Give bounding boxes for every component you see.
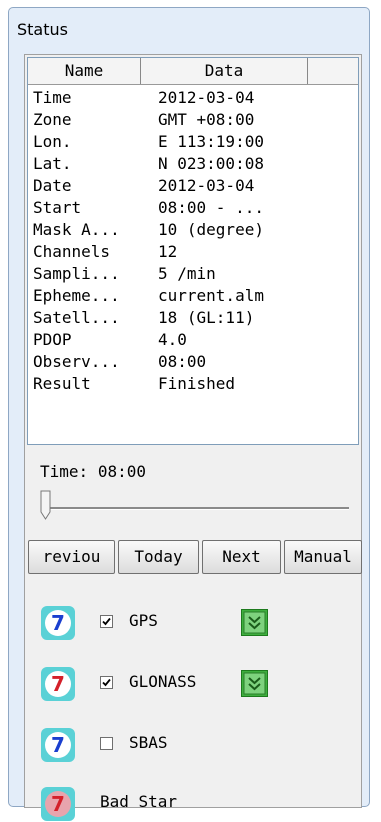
list-item-name: Sampli... <box>33 264 120 283</box>
column-header-name[interactable]: Name <box>28 58 141 84</box>
satellite-row: 7 SBAS <box>40 727 340 763</box>
next-button[interactable]: Next <box>202 540 281 574</box>
satellite-settings-button[interactable] <box>241 670 268 697</box>
manual-button[interactable]: Manual <box>284 540 362 574</box>
list-item-value: 10 (degree) <box>158 220 264 239</box>
status-list[interactable]: Name Data Time 2012-03-04 Zone GMT +08:00 Lo… <box>27 57 359 445</box>
satellite-row: 7 GPS <box>40 605 340 641</box>
list-item-name: Time <box>33 88 72 107</box>
list-item-name: Result <box>33 374 91 393</box>
list-item-value: 08:00 - ... <box>158 198 264 217</box>
today-button[interactable]: Today <box>118 540 199 574</box>
time-value: 08:00 <box>97 462 146 481</box>
panel-title: Status <box>17 20 68 39</box>
list-item-value: 4.0 <box>158 330 187 349</box>
list-item-value: 18 (GL:11) <box>158 308 255 327</box>
list-item-name: Channels <box>33 242 111 261</box>
list-item-value: 2012-03-04 <box>158 176 255 195</box>
list-item-name: PDOP <box>33 330 72 349</box>
double-chevron-down-icon <box>243 672 266 695</box>
list-item-value: 08:00 <box>158 352 207 371</box>
column-header-data[interactable]: Data <box>141 58 308 84</box>
satellite-icon-glyph: 7 <box>51 672 65 696</box>
list-item-name: Mask A... <box>33 220 120 239</box>
list-item-name: Date <box>33 176 72 195</box>
list-item-name: Lon. <box>33 132 72 151</box>
satellite-7-icon: 7 <box>41 728 75 762</box>
time-slider-track[interactable] <box>43 507 349 510</box>
satellite-label: GLONASS <box>129 672 197 691</box>
list-item-value: 2012-03-04 <box>158 88 255 107</box>
satellite-icon-glyph: 7 <box>51 733 65 757</box>
satellite-icon-glyph: 7 <box>51 611 65 635</box>
list-item-value: GMT +08:00 <box>158 110 255 129</box>
satellite-label: GPS <box>129 611 158 630</box>
list-item-value: E 113:19:00 <box>158 132 264 151</box>
list-item-name: Observ... <box>33 352 120 371</box>
time-readout: Time: 08:00 <box>40 462 146 481</box>
list-item-value: current.alm <box>158 286 264 305</box>
list-item-name: Zone <box>33 110 72 129</box>
satellite-7-icon: 7 <box>41 787 75 821</box>
satellite-icon-glyph: 7 <box>51 792 65 816</box>
previous-button[interactable]: reviou <box>28 540 115 574</box>
list-item-value: N 023:00:08 <box>158 154 264 173</box>
double-chevron-down-icon <box>243 611 266 634</box>
time-label: Time: <box>40 462 89 481</box>
satellite-7-icon: 7 <box>41 667 75 701</box>
list-item-value: Finished <box>158 374 236 393</box>
checkbox-glonass[interactable] <box>100 676 113 689</box>
satellite-7-icon: 7 <box>41 606 75 640</box>
list-item-value: 12 <box>158 242 178 261</box>
list-item-name: Lat. <box>33 154 72 173</box>
checkbox-sbas[interactable] <box>100 737 113 750</box>
list-header: Name Data <box>28 58 358 85</box>
time-slider-thumb[interactable] <box>40 490 51 520</box>
satellite-settings-button[interactable] <box>241 609 268 636</box>
satellite-label: Bad Star <box>100 792 178 811</box>
satellite-label: SBAS <box>129 733 168 752</box>
list-item-name: Start <box>33 198 82 217</box>
checkbox-gps[interactable] <box>100 615 113 628</box>
satellite-row: 7 GLONASS <box>40 666 340 702</box>
list-item-name: Satell... <box>33 308 120 327</box>
satellite-row: 7 Bad Star <box>40 786 340 822</box>
list-item-name: Epheme... <box>33 286 120 305</box>
column-header-empty <box>308 58 358 84</box>
list-item-value: 5 /min <box>158 264 216 283</box>
